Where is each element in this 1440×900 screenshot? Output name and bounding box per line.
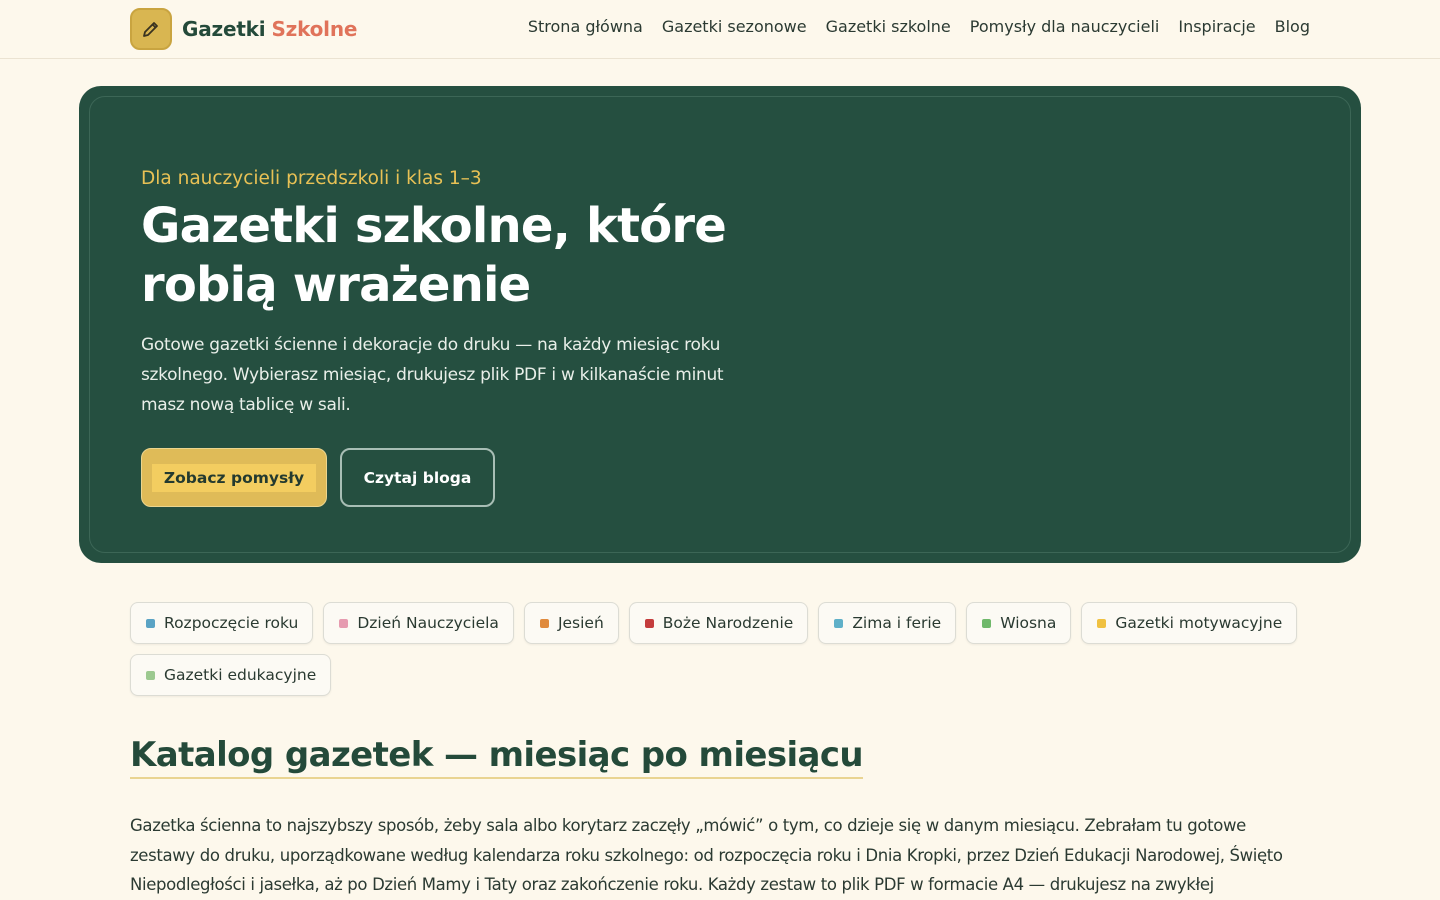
- chip-boze-narodzenie[interactable]: Boże Narodzenie: [628, 602, 809, 644]
- nav-link-home[interactable]: Strona główna: [528, 17, 643, 36]
- catalog-intro-text: Gazetka ścienna to najszybszy sposób, że…: [130, 816, 1283, 894]
- chip-label: Rozpoczęcie roku: [164, 614, 299, 632]
- chip-color-dot: [539, 618, 549, 628]
- chip-rozpoczecie-roku[interactable]: Rozpoczęcie roku: [130, 602, 314, 644]
- chip-zima-i-ferie[interactable]: Zima i ferie: [818, 602, 957, 644]
- chip-label: Wiosna: [1000, 614, 1057, 632]
- catalog-heading: Katalog gazetek — miesiąc po miesiącu: [130, 735, 864, 779]
- logo-word-szkolne: Szkolne: [271, 17, 358, 41]
- chip-gazetki-edukacyjne[interactable]: Gazetki edukacyjne: [130, 654, 332, 696]
- nav-link-school[interactable]: Gazetki szkolne: [826, 17, 951, 36]
- logo-text: Gazetki Szkolne: [182, 17, 357, 41]
- chip-color-dot: [146, 618, 155, 628]
- logo-word-gazetki: Gazetki: [182, 17, 266, 41]
- category-chips: Rozpoczęcie roku Dzień Nauczyciela Jesie…: [130, 602, 1310, 696]
- site-logo[interactable]: Gazetki Szkolne: [130, 8, 357, 50]
- chip-label: Gazetki motywacyjne: [1115, 614, 1283, 632]
- chip-color-dot: [834, 618, 844, 628]
- hero-title: Gazetki szkolne, które robią wrażenie: [141, 198, 727, 313]
- main-nav: Strona główna Gazetki sezonowe Gazetki s…: [528, 17, 1310, 36]
- hero-eyebrow: Dla nauczycieli przedszkoli i klas 1–3: [141, 168, 482, 189]
- chip-color-dot: [146, 670, 155, 680]
- pencil-icon: [130, 8, 172, 50]
- read-blog-button[interactable]: Czytaj bloga: [340, 448, 495, 507]
- chip-color-dot: [644, 618, 654, 628]
- nav-link-ideas[interactable]: Pomysły dla nauczycieli: [970, 17, 1160, 36]
- chip-color-dot: [339, 618, 349, 628]
- nav-link-blog[interactable]: Blog: [1275, 17, 1310, 36]
- hero-inner-frame: Dla nauczycieli przedszkoli i klas 1–3 G…: [89, 96, 1351, 553]
- site-header: Gazetki Szkolne Strona główna Gazetki sez…: [0, 0, 1440, 59]
- nav-link-inspiration[interactable]: Inspiracje: [1178, 17, 1255, 36]
- chip-color-dot: [982, 618, 992, 628]
- chip-jesien[interactable]: Jesień: [523, 602, 619, 644]
- chip-gazetki-motywacyjne[interactable]: Gazetki motywacyjne: [1081, 602, 1298, 644]
- chip-label: Dzień Nauczyciela: [357, 614, 499, 632]
- chip-label: Gazetki edukacyjne: [164, 666, 317, 684]
- see-ideas-button[interactable]: Zobacz pomysły: [141, 448, 327, 507]
- nav-link-seasonal[interactable]: Gazetki sezonowe: [662, 17, 807, 36]
- hero-description: Gotowe gazetki ścienne i dekoracje do dr…: [141, 335, 724, 415]
- chip-wiosna[interactable]: Wiosna: [966, 602, 1072, 644]
- chip-dzien-nauczyciela[interactable]: Dzień Nauczyciela: [323, 602, 514, 644]
- chip-color-dot: [1097, 618, 1107, 628]
- chip-label: Boże Narodzenie: [662, 614, 794, 632]
- chip-label: Zima i ferie: [852, 614, 942, 632]
- chip-label: Jesień: [557, 614, 604, 632]
- hero-section: Dla nauczycieli przedszkoli i klas 1–3 G…: [79, 86, 1361, 563]
- see-ideas-label: Zobacz pomysły: [151, 463, 317, 492]
